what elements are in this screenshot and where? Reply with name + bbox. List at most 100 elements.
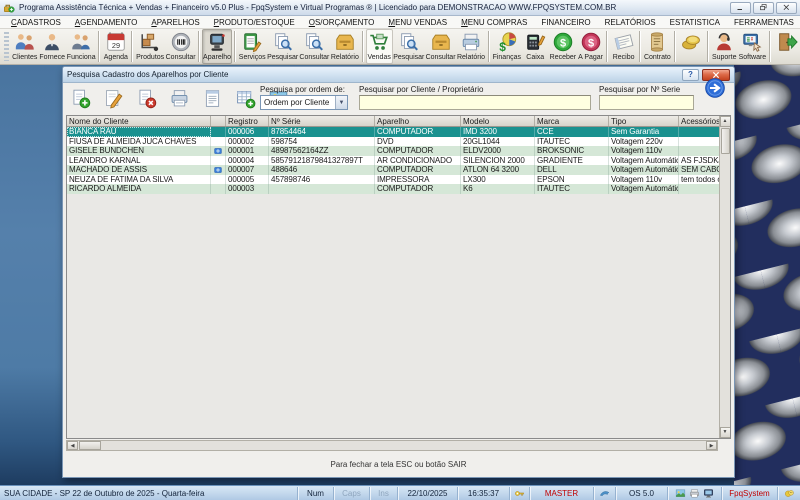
- minimize-button[interactable]: [730, 1, 751, 14]
- chevron-down-icon[interactable]: ▼: [335, 96, 347, 109]
- menu-estatistica[interactable]: ESTATISTICA: [663, 18, 727, 27]
- column-header-marca[interactable]: Marca: [535, 116, 609, 126]
- toolbar-button-exit[interactable]: [773, 29, 800, 64]
- menu-agendamento[interactable]: AGENDAMENTO: [68, 18, 145, 27]
- printer-icon[interactable]: [689, 488, 700, 499]
- menu-aparelhos[interactable]: APARELHOS: [144, 18, 206, 27]
- toolbar-button-clientes[interactable]: Clientes: [11, 29, 38, 64]
- toolbar-button-financas[interactable]: $ Finanças: [492, 29, 522, 64]
- close-button[interactable]: [776, 1, 797, 14]
- toolbar-button-relatorio[interactable]: Relatório: [330, 29, 360, 64]
- table-row[interactable]: BIANCA RAU 000006 87854464 COMPUTADOR IMD 32…: [67, 127, 719, 137]
- toolbar-button-label: Recibo: [612, 54, 635, 61]
- table-row[interactable]: LEANDRO KARNAL 000004 58579121879841327897…: [67, 155, 719, 165]
- column-header-aparelho[interactable]: Aparelho: [375, 116, 461, 126]
- toolbar-button-coins[interactable]: [678, 29, 705, 64]
- toolbar-button-funciona[interactable]: Funciona: [66, 29, 96, 64]
- menu-financeiro[interactable]: FINANCEIRO: [534, 18, 597, 27]
- search-serial-input[interactable]: [599, 95, 694, 110]
- order-by-select[interactable]: Ordem por Cliente ▼: [260, 95, 348, 110]
- toolbar-button-recibo[interactable]: Recibo: [610, 29, 637, 64]
- toolbar-button-consultar[interactable]: Consultar: [165, 29, 196, 64]
- toolbar-button-servicos[interactable]: Serviços: [238, 29, 267, 64]
- cell-aparelho: DVD: [375, 136, 461, 146]
- drawer-icon: [334, 31, 356, 53]
- scroll-up-button[interactable]: ▲: [719, 116, 730, 127]
- faces-icon: [784, 488, 795, 499]
- table-row[interactable]: GISELE BUNDCHEN 000001 48987562164ZZ COMPUT…: [67, 146, 719, 156]
- horizontal-scroll-thumb[interactable]: [79, 441, 101, 450]
- searchdocs-icon: [303, 31, 325, 53]
- adddoc-icon: [70, 88, 91, 109]
- dolphin-icon: [599, 488, 610, 499]
- cell-modelo: SILENCION 2000: [461, 155, 535, 165]
- coinRed-icon: $: [580, 31, 602, 53]
- menu-produto-estoque[interactable]: PRODUTO/ESTOQUE: [207, 18, 302, 27]
- toolbar-button-agenda[interactable]: 29 Agenda: [102, 29, 129, 64]
- column-header-acessorios[interactable]: Acessórios: [679, 116, 719, 126]
- toolbar-button-vendas[interactable]: Vendas: [365, 29, 393, 64]
- toolbar-button-label: Pesquisar: [267, 54, 299, 61]
- status-location: SUA CIDADE - SP 22 de Outubro de 2025 - …: [0, 486, 298, 500]
- monitor-icon[interactable]: [703, 488, 714, 499]
- image-icon[interactable]: [675, 488, 686, 499]
- table-row[interactable]: MACHADO DE ASSIS 000007 488646 COMPUTADOR AT…: [67, 165, 719, 175]
- scroll-right-button[interactable]: ▶: [706, 441, 717, 450]
- column-header-nome-do-cliente[interactable]: Nome do Cliente: [67, 116, 211, 126]
- toolbar-button-produtos[interactable]: Produtos: [135, 29, 165, 64]
- report-button[interactable]: [198, 85, 226, 112]
- column-header-registro[interactable]: Registro: [226, 116, 269, 126]
- cell-registro: 000007: [226, 165, 269, 175]
- table-row[interactable]: RICARDO ALMEIDA 000003 COMPUTADOR K6 ITAUTEC…: [67, 184, 719, 194]
- toolbar-separator: [233, 31, 236, 62]
- toolbar-button-pesquisar[interactable]: Pesquisar: [393, 29, 425, 64]
- toolbar-button-caixa[interactable]: Caixa: [522, 29, 549, 64]
- column-header-tipo[interactable]: Tipo: [609, 116, 679, 126]
- toolbar-button-consultar[interactable]: Consultar: [425, 29, 456, 64]
- toolbar-button-consultar[interactable]: Consultar: [299, 29, 330, 64]
- status-user: MASTER: [530, 486, 594, 500]
- svg-text:$: $: [560, 37, 566, 49]
- search-client-input[interactable]: [359, 95, 591, 110]
- bubbles-wallpaper: [734, 65, 800, 485]
- cell-serie: 48987562164ZZ: [269, 146, 375, 156]
- searchdocs-icon: [398, 31, 420, 53]
- toolbar-button-pesquisar[interactable]: Pesquisar: [267, 29, 299, 64]
- menu-os-orcamento[interactable]: OS/ORÇAMENTO: [302, 18, 382, 27]
- scroll-down-button[interactable]: ▼: [719, 427, 730, 438]
- help-button[interactable]: ?: [682, 68, 699, 81]
- column-header-photo[interactable]: [211, 116, 226, 126]
- export-grid-button[interactable]: [231, 85, 259, 112]
- delete-button[interactable]: [132, 85, 160, 112]
- window-titlebar[interactable]: Pesquisa Cadastro dos Aparelhos por Clie…: [63, 67, 734, 83]
- toolbar-button-relatorio[interactable]: Relatório: [456, 29, 486, 64]
- scroll-left-button[interactable]: ◀: [67, 441, 78, 450]
- horizontal-scrollbar[interactable]: ◀ ▶: [66, 440, 718, 451]
- vertical-scroll-thumb[interactable]: [720, 128, 730, 154]
- add-button[interactable]: [66, 85, 94, 112]
- toolbar-button-suporte[interactable]: Suporte: [711, 29, 738, 64]
- table-row[interactable]: NEUZA DE FATIMA DA SILVA 000005 457898746 I…: [67, 174, 719, 185]
- toolbar-button-a-pagar[interactable]: $ A Pagar: [577, 29, 604, 64]
- toolbar-button-fornece[interactable]: Fornece: [38, 29, 66, 64]
- menu-relatorios[interactable]: RELATÓRIOS: [598, 18, 663, 27]
- column-header-n-serie[interactable]: Nº Série: [269, 116, 375, 126]
- menu-menu-compras[interactable]: MENU COMPRAS: [454, 18, 534, 27]
- menu-ferramentas[interactable]: FERRAMENTAS: [727, 18, 800, 27]
- toolbar-button-contrato[interactable]: Contrato: [643, 29, 672, 64]
- cell-acessorios: tem todos os cab: [679, 175, 719, 185]
- status-date: 22/10/2025: [398, 486, 458, 500]
- restore-button[interactable]: [753, 1, 774, 14]
- edit-button[interactable]: [99, 85, 127, 112]
- menu-menu-vendas[interactable]: MENU VENDAS: [381, 18, 454, 27]
- toolbar-button-software[interactable]: Software: [738, 29, 767, 64]
- menu-cadastros[interactable]: CADASTROS: [4, 18, 68, 27]
- vertical-scrollbar[interactable]: ▲ ▼: [719, 116, 730, 438]
- toolbar-button-aparelho[interactable]: Aparelho: [202, 29, 232, 64]
- toolbar-button-receber[interactable]: $ Receber: [549, 29, 577, 64]
- search-go-button[interactable]: [704, 77, 726, 99]
- table-row[interactable]: FIUSA DE ALMEIDA JUCA CHAVES 000002 598754…: [67, 136, 719, 146]
- print-button[interactable]: [165, 85, 193, 112]
- column-header-modelo[interactable]: Modelo: [461, 116, 535, 126]
- search-serial-label: Pesquisar por Nº Serie: [599, 85, 681, 94]
